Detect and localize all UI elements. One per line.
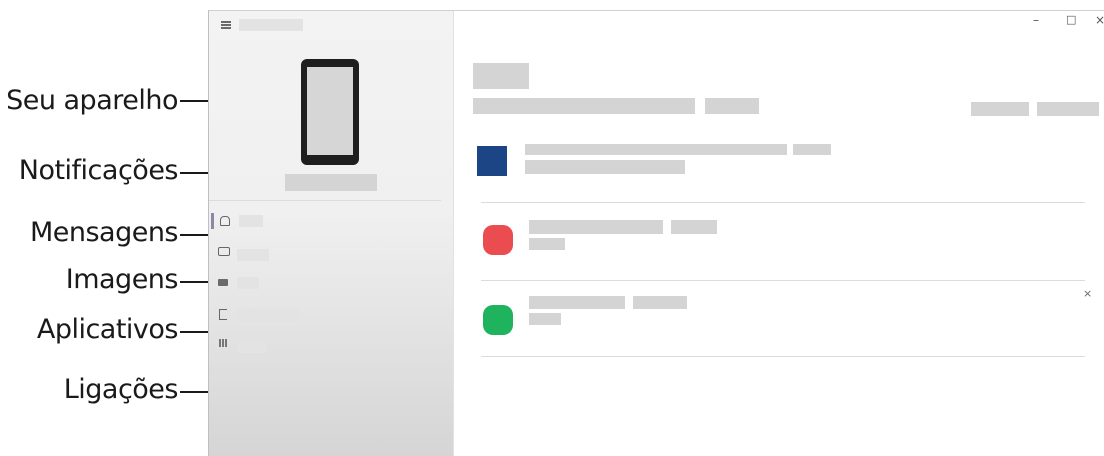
notification-title-placeholder: [529, 296, 625, 309]
sidebar-item-images[interactable]: [209, 275, 449, 299]
sidebar-item-notifications[interactable]: [209, 211, 449, 235]
callout-your-device: Seu aparelho: [6, 85, 178, 116]
callout-notifications: Notificações: [18, 155, 179, 186]
apps-icon: [219, 309, 227, 320]
app-icon-green: [483, 305, 513, 335]
header-action-placeholder[interactable]: [971, 102, 1029, 116]
callout-calls: Ligações: [63, 374, 179, 405]
callout-apps: Aplicativos: [36, 314, 179, 345]
sidebar: [209, 11, 454, 456]
sidebar-item-label: [237, 249, 269, 261]
notification-text-placeholder: [529, 238, 565, 250]
notification-title-placeholder-2: [671, 220, 717, 234]
main-title-placeholder: [473, 63, 529, 89]
app-icon-blue: [477, 146, 507, 176]
main-subtitle-placeholder: [473, 98, 695, 114]
notification-divider: [481, 202, 1085, 203]
image-icon: [218, 279, 228, 286]
close-window-button[interactable]: ×: [1095, 13, 1104, 27]
sidebar-item-label: [237, 341, 267, 353]
notification-title-placeholder: [529, 220, 663, 234]
device-name-placeholder: [285, 174, 377, 191]
dialpad-icon: [219, 339, 227, 347]
dismiss-notification-button[interactable]: ×: [1083, 287, 1092, 300]
notification-divider: [481, 356, 1085, 357]
sidebar-divider: [209, 200, 441, 201]
sidebar-item-label: [239, 215, 263, 227]
notification-title-placeholder: [525, 144, 787, 155]
sidebar-title-placeholder: [239, 19, 303, 31]
selection-indicator: [211, 213, 214, 229]
app-window: – □ × ×: [208, 10, 1104, 456]
sidebar-item-messages[interactable]: [209, 243, 449, 267]
notification-title-placeholder-2: [793, 144, 831, 155]
bell-icon: [220, 216, 230, 226]
phone-image[interactable]: [301, 59, 359, 165]
notification-text-placeholder: [529, 313, 561, 325]
minimize-button[interactable]: –: [1033, 13, 1039, 27]
callout-images: Imagens: [65, 264, 179, 295]
menu-icon[interactable]: [221, 21, 231, 29]
sidebar-item-label: [237, 309, 299, 321]
chat-icon: [218, 247, 230, 256]
notification-divider: [481, 280, 1085, 281]
notification-item[interactable]: [475, 211, 1085, 285]
main-subtitle-placeholder-2: [705, 98, 759, 114]
sidebar-item-calls[interactable]: [209, 335, 449, 359]
sidebar-item-label: [237, 277, 259, 289]
maximize-button[interactable]: □: [1066, 13, 1076, 26]
notification-text-placeholder: [525, 160, 685, 174]
header-action-placeholder-2[interactable]: [1037, 102, 1099, 116]
notification-item[interactable]: [475, 135, 1085, 205]
notification-title-placeholder-2: [633, 296, 687, 309]
notification-item[interactable]: ×: [475, 287, 1092, 361]
sidebar-item-apps[interactable]: [209, 305, 449, 329]
app-icon-red: [483, 225, 513, 255]
callout-messages: Mensagens: [29, 217, 179, 248]
